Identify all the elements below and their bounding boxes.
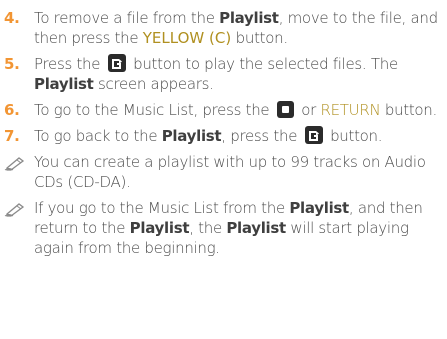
- text-fragment: button.: [325, 127, 383, 145]
- play-list-button-icon: [304, 126, 323, 144]
- playlist-term: Playlist: [161, 127, 222, 145]
- text-fragment: If you go to the Music List from the: [34, 199, 290, 217]
- step-text: To go back to the Playlist, press the bu…: [34, 126, 383, 145]
- text-fragment: To go to the Music List, press the: [34, 101, 274, 119]
- text-fragment: , press the: [221, 127, 302, 145]
- text-fragment: To remove a file from the: [34, 9, 220, 27]
- step-text: Press the button to play the selected fi…: [34, 54, 398, 93]
- playlist-term: Playlist: [34, 75, 94, 93]
- text-fragment: screen appears.: [93, 75, 214, 93]
- text-fragment: Press the: [34, 55, 105, 73]
- text-fragment: or: [296, 101, 321, 119]
- note-item: You can create a playlist with up to 99 …: [0, 152, 447, 192]
- playlist-term: Playlist: [129, 219, 190, 237]
- note-item: If you go to the Music List from the Pla…: [0, 198, 447, 258]
- playlist-term: Playlist: [219, 9, 279, 27]
- step-number: 5.: [4, 55, 20, 73]
- playlist-term: Playlist: [226, 219, 286, 237]
- step-number: 7.: [4, 127, 20, 145]
- pencil-note-icon: [4, 155, 26, 171]
- step-text: To go to the Music List, press the or RE…: [34, 101, 437, 119]
- pencil-note-icon: [4, 201, 26, 217]
- play-list-button-icon: [107, 54, 126, 72]
- step-4: 4. To remove a file from the Playlist, m…: [0, 8, 447, 48]
- step-6: 6. To go to the Music List, press the or…: [0, 100, 447, 120]
- text-fragment: , the: [189, 219, 227, 237]
- text-fragment: button.: [231, 29, 288, 47]
- playlist-term: Playlist: [289, 199, 349, 217]
- step-list: 4. To remove a file from the Playlist, m…: [0, 8, 447, 146]
- stop-button-icon: [276, 101, 294, 118]
- step-7: 7. To go back to the Playlist, press the…: [0, 126, 447, 146]
- step-number: 6.: [4, 101, 20, 119]
- note-text: You can create a playlist with up to 99 …: [34, 153, 426, 191]
- note-text: If you go to the Music List from the Pla…: [34, 199, 423, 257]
- text-fragment: To go back to the: [34, 127, 162, 145]
- step-text: To remove a file from the Playlist, move…: [34, 9, 438, 47]
- yellow-button-label: YELLOW (C): [142, 29, 232, 47]
- text-fragment: button to play the selected files. The: [128, 55, 398, 73]
- step-number: 4.: [4, 9, 20, 27]
- return-button-label: RETURN: [320, 101, 381, 119]
- step-5: 5. Press the button to play the selected…: [0, 54, 447, 94]
- manual-page: 4. To remove a file from the Playlist, m…: [0, 0, 447, 339]
- text-fragment: button.: [380, 101, 437, 119]
- note-list: You can create a playlist with up to 99 …: [0, 152, 447, 258]
